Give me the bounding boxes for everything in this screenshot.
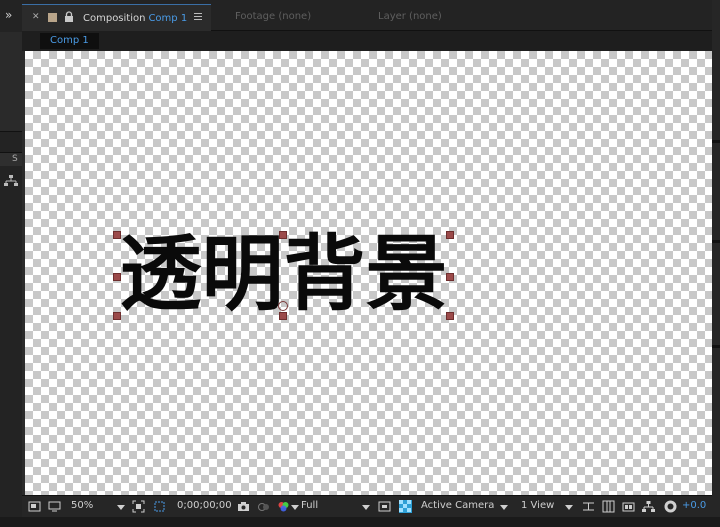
comp-breadcrumb[interactable]: Comp 1 bbox=[40, 33, 99, 49]
transform-handle[interactable] bbox=[113, 231, 121, 239]
grid-guides-icon[interactable] bbox=[602, 500, 615, 513]
panel-divider[interactable] bbox=[712, 345, 720, 348]
lock-icon[interactable] bbox=[64, 11, 74, 23]
transparency-grid-icon[interactable] bbox=[399, 500, 412, 513]
camera-view-select[interactable]: Active Camera bbox=[421, 500, 494, 511]
transform-handle[interactable] bbox=[279, 231, 287, 239]
fit-frame-icon[interactable] bbox=[132, 500, 145, 513]
left-panel-area bbox=[0, 32, 22, 132]
viewer-tab-bar: ✕ Composition Comp 1 Footage (none) Layer… bbox=[22, 0, 712, 31]
timeline-icon[interactable] bbox=[622, 500, 635, 513]
transform-handle[interactable] bbox=[113, 312, 121, 320]
bottom-strip bbox=[0, 517, 720, 527]
resolution-select[interactable]: Full bbox=[301, 500, 318, 511]
view-layout-select[interactable]: 1 View bbox=[521, 500, 554, 511]
left-panel-header[interactable]: S bbox=[0, 152, 22, 166]
right-panel-strip bbox=[712, 0, 720, 527]
panel-menu-icon[interactable] bbox=[194, 11, 202, 21]
tab-comp-name: Comp 1 bbox=[148, 13, 188, 24]
tab-layer[interactable]: Layer (none) bbox=[378, 11, 442, 22]
show-channel-icon[interactable] bbox=[277, 500, 290, 513]
transform-handle[interactable] bbox=[446, 231, 454, 239]
monitor-icon[interactable] bbox=[48, 500, 61, 513]
anchor-point[interactable] bbox=[278, 301, 288, 311]
expand-chevrons-icon[interactable]: » bbox=[5, 8, 12, 22]
view-layout-dropdown-icon[interactable] bbox=[565, 505, 573, 510]
left-panel-label: S bbox=[12, 154, 18, 164]
show-snapshot-icon[interactable] bbox=[257, 500, 270, 513]
panel-divider[interactable] bbox=[712, 140, 720, 143]
always-preview-icon[interactable] bbox=[28, 500, 41, 513]
composition-viewer[interactable]: 透明背景 bbox=[25, 51, 712, 495]
transform-handle[interactable] bbox=[113, 273, 121, 281]
region-of-interest-icon[interactable] bbox=[153, 500, 166, 513]
tab-footage[interactable]: Footage (none) bbox=[235, 11, 311, 22]
current-time-display[interactable]: 0;00;00;00 bbox=[177, 500, 232, 511]
pixel-aspect-icon[interactable] bbox=[582, 500, 595, 513]
left-panel-strip: » S bbox=[0, 0, 22, 527]
zoom-select[interactable]: 50% bbox=[71, 500, 93, 511]
tab-composition[interactable]: ✕ Composition Comp 1 bbox=[22, 4, 211, 31]
camera-dropdown-icon[interactable] bbox=[500, 505, 508, 510]
transform-handle[interactable] bbox=[279, 312, 287, 320]
transform-handle[interactable] bbox=[446, 273, 454, 281]
resolution-dropdown-icon[interactable] bbox=[362, 505, 370, 510]
label-color-swatch bbox=[48, 13, 57, 22]
tab-title: Composition Comp 1 bbox=[83, 13, 188, 24]
zoom-dropdown-icon[interactable] bbox=[117, 505, 125, 510]
composition-navigator-bar: Comp 1 bbox=[22, 31, 712, 51]
channel-dropdown-icon[interactable] bbox=[291, 505, 299, 510]
reset-exposure-icon[interactable] bbox=[664, 500, 677, 513]
exposure-value[interactable]: +0.0 bbox=[682, 500, 706, 511]
flowchart-icon[interactable] bbox=[642, 500, 655, 513]
text-layer[interactable]: 透明背景 bbox=[113, 231, 454, 320]
transform-handle[interactable] bbox=[446, 312, 454, 320]
panel-divider[interactable] bbox=[712, 240, 720, 243]
viewer-toolbar: 50% 0;00;00;00 Full Active Camera 1 View… bbox=[22, 495, 712, 517]
fast-previews-icon[interactable] bbox=[378, 500, 391, 513]
close-icon[interactable]: ✕ bbox=[32, 12, 40, 22]
snapshot-icon[interactable] bbox=[237, 500, 250, 513]
flowchart-icon[interactable] bbox=[4, 175, 18, 187]
